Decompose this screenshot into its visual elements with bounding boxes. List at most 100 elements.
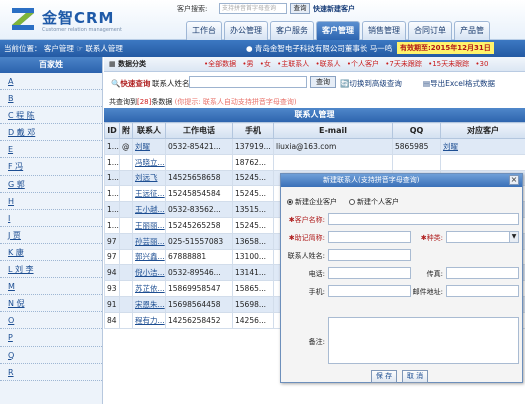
filter-female[interactable]: •女 bbox=[260, 60, 271, 68]
cell-work-phone: 025-51557083 bbox=[165, 232, 233, 250]
sidebar-item-m[interactable]: M bbox=[0, 278, 102, 296]
sidebar-item-h[interactable]: H bbox=[0, 193, 102, 210]
col-attach[interactable]: 附 bbox=[119, 122, 133, 139]
table-row[interactable]: 1... @ 刘曜 0532-85421... 137919... liuxia… bbox=[104, 138, 525, 155]
breadcrumb: 当前位置： 客户管理 ☞ 联系人管理 bbox=[4, 44, 123, 53]
tab-office[interactable]: 办公管理 bbox=[224, 21, 268, 40]
sidebar-item-l[interactable]: L 刘 李 bbox=[0, 261, 102, 279]
customer-name-label: ✱客户名称: bbox=[285, 215, 325, 225]
customer-search-button[interactable]: 查询 bbox=[290, 3, 310, 14]
cell-attach bbox=[119, 264, 133, 282]
col-id[interactable]: ID bbox=[104, 122, 120, 139]
attachment-icon[interactable]: @ bbox=[119, 138, 133, 155]
tab-customer-management[interactable]: 客户管理 bbox=[316, 21, 360, 40]
sidebar-item-c[interactable]: C 程 陈 bbox=[0, 107, 102, 125]
cell-contact[interactable]: 刘曜 bbox=[132, 138, 166, 155]
filter-7day[interactable]: •7天未跟踪 bbox=[385, 60, 422, 68]
quick-new-customer-link[interactable]: 快速新建客户 bbox=[313, 4, 355, 14]
sidebar-item-j[interactable]: J 贾 bbox=[0, 227, 102, 244]
phone-input[interactable] bbox=[328, 267, 411, 279]
sidebar-item-i[interactable]: I bbox=[0, 210, 102, 227]
cell-attach bbox=[119, 201, 133, 218]
cell-mobile: 15698... bbox=[232, 295, 274, 313]
sidebar-item-o[interactable]: O bbox=[0, 312, 102, 330]
fax-input[interactable] bbox=[446, 267, 519, 279]
cancel-button[interactable]: 取 消 bbox=[402, 370, 428, 383]
contact-name-input[interactable] bbox=[189, 76, 307, 88]
close-icon[interactable]: × bbox=[509, 175, 519, 185]
col-customer[interactable]: 对应客户 bbox=[440, 122, 525, 139]
sidebar-item-n[interactable]: N 倪 bbox=[0, 295, 102, 313]
radio-checked-icon bbox=[287, 199, 293, 205]
contact-name-field[interactable] bbox=[328, 249, 411, 261]
tab-customer-service[interactable]: 客户服务 bbox=[270, 21, 314, 40]
cell-contact[interactable]: 程有力... bbox=[132, 311, 166, 329]
surname-sidebar: 百家姓 A B C 程 陈 D 戴 邓 E F 冯 G 郭 H I J 贾 K … bbox=[0, 57, 103, 404]
list-icon: ▦ bbox=[109, 60, 119, 68]
tab-sales[interactable]: 销售管理 bbox=[362, 21, 406, 40]
sidebar-item-q[interactable]: Q bbox=[0, 347, 102, 364]
col-email[interactable]: E-mail bbox=[273, 122, 393, 139]
radio-company-customer[interactable]: 新建企业客户 bbox=[287, 197, 337, 207]
filter-30day[interactable]: •30 bbox=[475, 60, 488, 68]
table-row[interactable]: 1... 冯晓立... 18762... bbox=[104, 153, 525, 171]
contact-search-button[interactable]: 查询 bbox=[310, 76, 336, 88]
filter-male[interactable]: •男 bbox=[242, 60, 253, 68]
radio-person-customer[interactable]: 新建个人客户 bbox=[349, 197, 399, 207]
sidebar-item-b[interactable]: B bbox=[0, 90, 102, 108]
sidebar-item-r[interactable]: R bbox=[0, 364, 102, 381]
cell-mobile: 15245... bbox=[232, 216, 274, 234]
col-mobile[interactable]: 手机 bbox=[232, 122, 274, 139]
sidebar-item-k[interactable]: K 康 bbox=[0, 244, 102, 262]
export-excel-link[interactable]: ▤导出Excel格式数据 bbox=[423, 78, 495, 89]
result-summary: 共查询到[28]条数据 (你提示: 联系人自动支持拼音字母查询) bbox=[109, 97, 297, 107]
tab-contracts[interactable]: 合同订单 bbox=[408, 21, 452, 40]
cell-contact[interactable]: 郭兴鑫... bbox=[132, 248, 166, 266]
col-qq[interactable]: QQ bbox=[392, 122, 441, 139]
sidebar-item-d[interactable]: D 戴 邓 bbox=[0, 124, 102, 142]
cell-contact[interactable]: 苏芷依... bbox=[132, 280, 166, 297]
table-header-row: ID 附 联系人 工作电话 手机 E-mail QQ 对应客户 bbox=[104, 122, 525, 139]
tab-workbench[interactable]: 工作台 bbox=[186, 21, 222, 40]
filter-15day[interactable]: •15天未跟踪 bbox=[428, 60, 469, 68]
cell-contact[interactable]: 刘远飞 bbox=[132, 169, 166, 187]
kind-select[interactable]: ▼ bbox=[446, 231, 519, 243]
cell-mobile: 13515... bbox=[232, 201, 274, 218]
cell-id: 91 bbox=[104, 295, 120, 313]
tab-products[interactable]: 产品管 bbox=[454, 21, 490, 40]
dialog-titlebar[interactable]: 新建联系人(支持拼音字母查询) × bbox=[281, 174, 522, 187]
radio-person-label: 新建个人客户 bbox=[357, 198, 399, 206]
cell-contact[interactable]: 王远征... bbox=[132, 185, 166, 203]
customer-name-input[interactable] bbox=[328, 213, 519, 225]
cell-contact[interactable]: 倪小洁... bbox=[132, 264, 166, 282]
sidebar-item-e[interactable]: E bbox=[0, 141, 102, 159]
advanced-search-link[interactable]: 🔄切换到高级查询 bbox=[340, 78, 402, 89]
col-contact[interactable]: 联系人 bbox=[132, 122, 166, 139]
sidebar-item-p[interactable]: P bbox=[0, 329, 102, 347]
sidebar-item-a[interactable]: A bbox=[0, 73, 102, 91]
cell-contact[interactable]: 王小越... bbox=[132, 201, 166, 218]
cell-mobile: 13658... bbox=[232, 232, 274, 250]
filter-main-contact[interactable]: •主联系人 bbox=[277, 60, 309, 68]
cell-contact[interactable]: 孙芸丽... bbox=[132, 232, 166, 250]
cell-id: 94 bbox=[104, 264, 120, 282]
sidebar-item-f[interactable]: F 冯 bbox=[0, 158, 102, 176]
short-name-input[interactable] bbox=[328, 231, 411, 243]
cell-customer[interactable] bbox=[440, 153, 525, 171]
cell-contact[interactable]: 宋恩朱... bbox=[132, 295, 166, 313]
filter-personal[interactable]: •个人客户 bbox=[347, 60, 379, 68]
col-work-phone[interactable]: 工作电话 bbox=[165, 122, 233, 139]
sidebar-item-g[interactable]: G 郭 bbox=[0, 176, 102, 193]
filter-contact[interactable]: •联系人 bbox=[316, 60, 341, 68]
cell-email bbox=[273, 153, 393, 171]
remark-textarea[interactable] bbox=[328, 317, 519, 364]
mobile-input[interactable] bbox=[328, 285, 411, 297]
search-toolbar: 🔍快速查询 联系人姓名 查询 🔄切换到高级查询 ▤导出Excel格式数据 bbox=[104, 72, 525, 93]
email-input[interactable] bbox=[446, 285, 519, 297]
customer-search-input[interactable]: 支持拼音首字母查询 bbox=[219, 3, 287, 14]
save-button[interactable]: 保 存 bbox=[371, 370, 397, 383]
cell-contact[interactable]: 王丽丽... bbox=[132, 216, 166, 234]
filter-all[interactable]: •全部数据 bbox=[204, 60, 236, 68]
cell-customer[interactable]: 刘曜 bbox=[440, 138, 525, 155]
cell-contact[interactable]: 冯晓立... bbox=[132, 153, 166, 171]
